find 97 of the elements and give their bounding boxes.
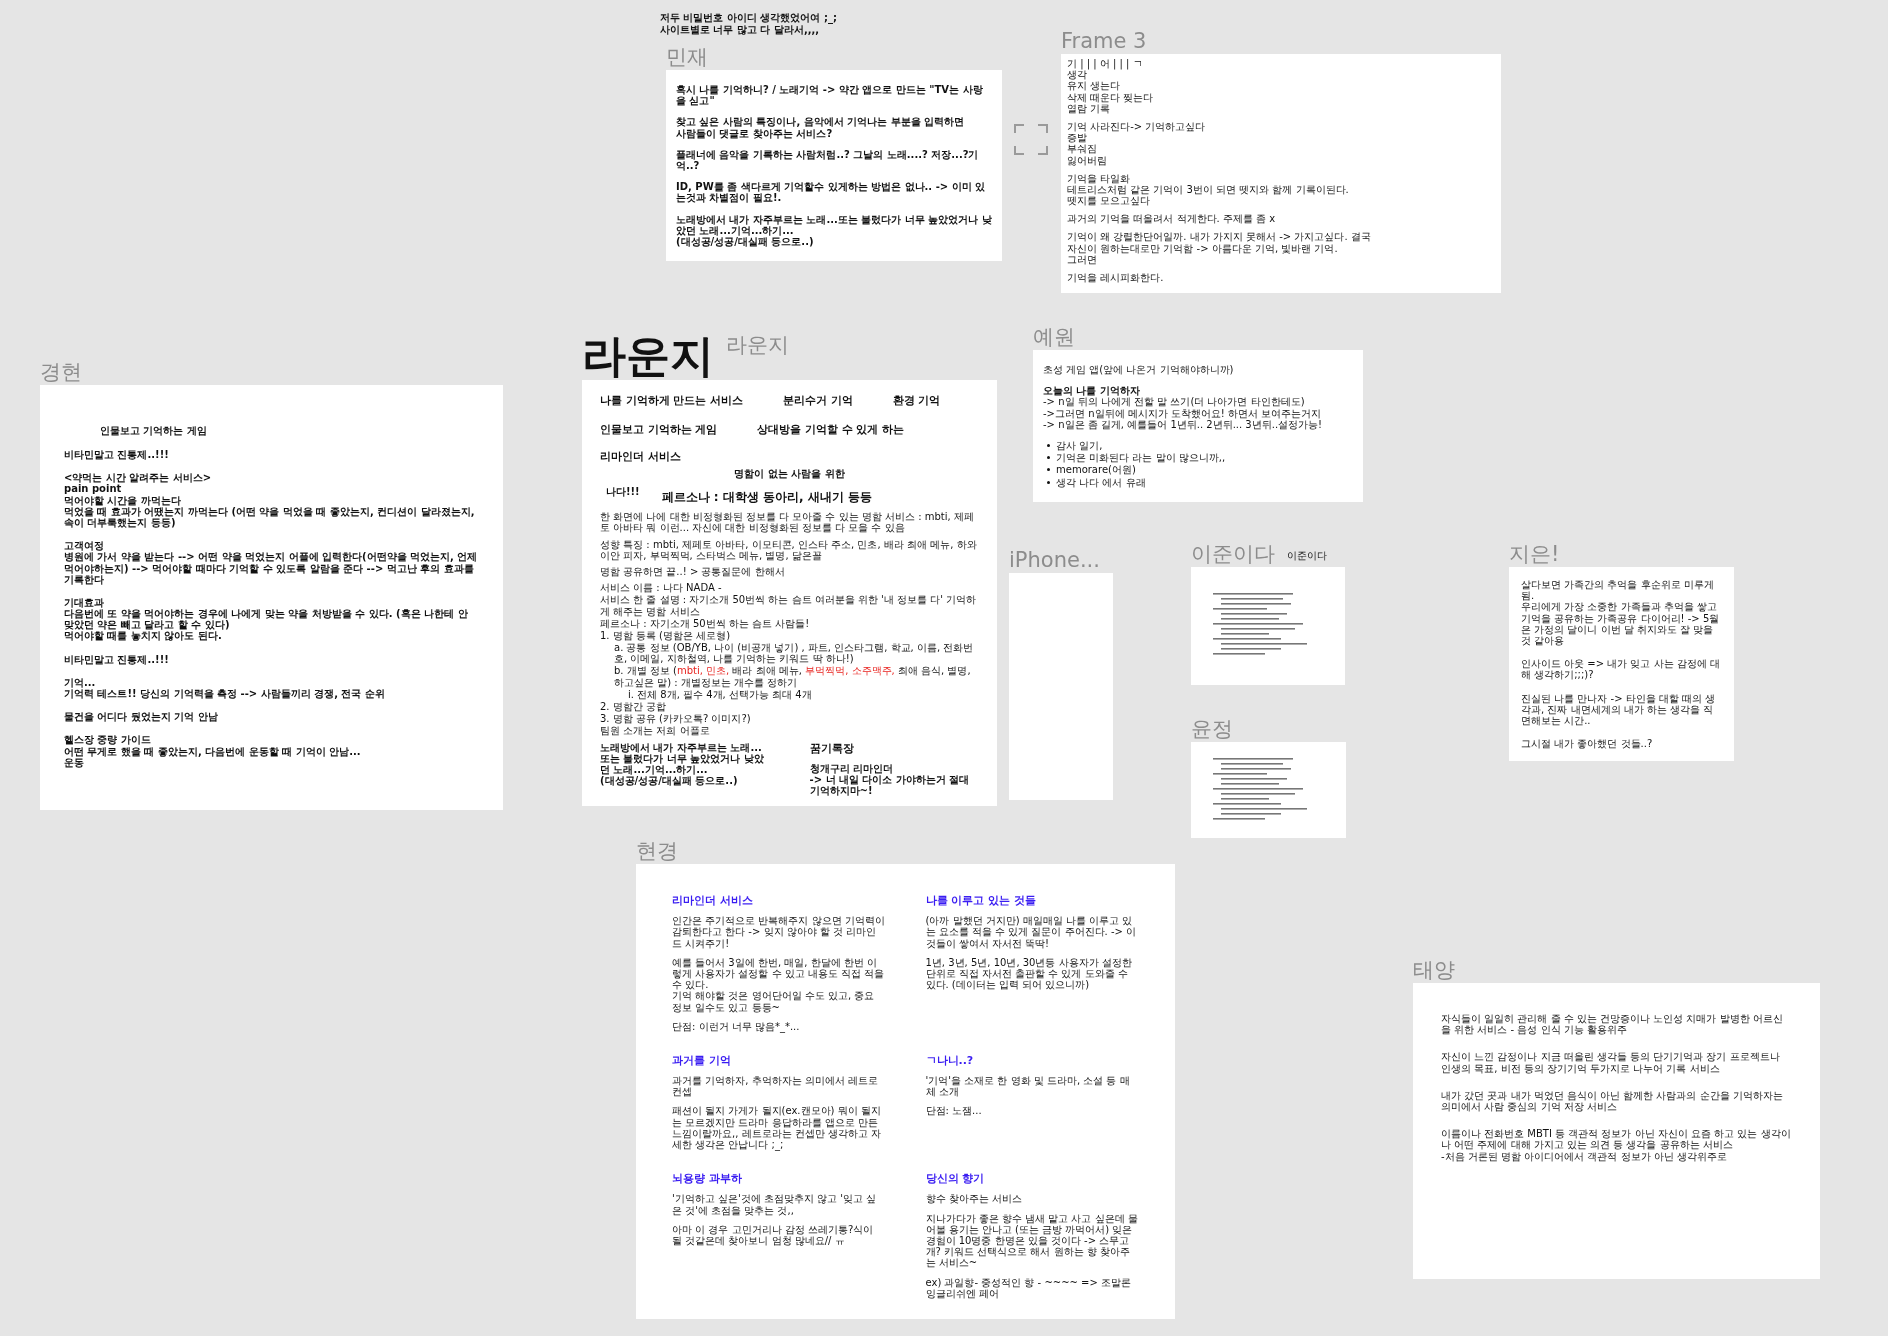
persona-title: 페르소나 : 대학생 동아리, 새내기 등등 [661,489,872,507]
frame-title: 이준이다 [1287,551,1327,563]
note-text: 명함 공유하면 끝..! > 공통질문에 한해서 [600,565,786,578]
topic-label: 인물보고 기억하는 게임 [600,423,718,437]
list-item: a. 공통 정보 (OB/YB, 나이 (비공개 넣기) , 파트, 인스타그램, 학교, 이름, 전화번호, 이메일, 지하철역, 나를 기억하는 키워드 딱 하나!) [614,642,975,665]
list-item: i. 전체 8개, 필수 4개, 선택가능 최대 4개 [628,688,813,700]
frame-label[interactable]: 현경 [636,838,678,864]
board-title: 라운지 [582,332,714,380]
note-text: 과거의 기억을 떠올려서 적게한다. 주제를 좀 x [1067,213,1277,225]
bullet-icon [1047,444,1050,448]
note-text: 예를 들어서 3일에 한번, 매일, 한달에 한번 이렇게 사용자가 설정할 수 있고 내용도 직접 적을 수 있다. 기억 해야할 것은 영어단어일 수도 있고, 중요 정보 일수도 있고 등등~ [672,956,886,1013]
note-text: 비타민말고 진통제..!!! [64,449,170,461]
note-text: 기억을 레시피화한다. [1067,272,1165,284]
note-text: 기 | | | 어 | | | ㄱ 생각 유지 생는다 삭제 때운다 찢는다 열람 기록 [1067,58,1155,114]
note-text: 자신이 느낀 감정이나 지금 떠올린 생각들 등의 단기기억과 장기 프로젝트나 인생의 목표, 비전 등의 장기기억 두가지로 나누어 기록 서비스 [1441,1051,1781,1074]
note-text: 인사이드 아웃 => 내가 잊고 사는 감정에 대해 생각하기;;;)? [1521,658,1721,681]
note-text: 자식들이 일일히 관리해 줄 수 있는 건망증이나 노인성 치매가 발병한 어르신을 위한 서비스 - 음성 인식 기능 활용위주 [1441,1013,1784,1036]
note-text: ID, PW를 좀 색다르게 기억할수 있게하는 방법은 없나.. -> 이미 있는것과 차별점이 필요!. [676,181,987,204]
topic-label: 환경 기억 [892,394,941,408]
section-title: 나를 이루고 있는 것들 [925,894,1037,908]
note-text: '기억하고 싶은'것에 초점맞추지 않고 '잊고 싶은 것'에 초점을 맞추는 것,, [672,1193,878,1216]
list-item: 서비스 이름 : 나다 NADA - [600,582,723,594]
note-heading: 꿈기록장 [809,741,855,755]
note-text: 1년, 3년, 5년, 10년, 30년등 사용자가 설정한 단위로 직접 자서전 출판할 수 있게 도와줄 수 있다. (데이터는 입력 되어 있으니까) [925,956,1133,991]
note-heading: 리마인더 서비스 [600,450,682,464]
note-text: 청개구리 리마인더 -> 너 내일 다이소 가야하는거 절대 기억하지마~! [809,762,971,797]
note-text: 성향 특징 : mbti, 제페토 아바타, 이모티콘, 인스타 주소, 민초, 배라 최애 메뉴, 하와이안 피자, 부먹찍먹, 스타벅스 메뉴, 별명, 닮은꼴 [600,538,978,561]
bullet-icon [1047,468,1050,472]
list-item: 3. 명함 공유 (카카오톡? 이미지?) [600,713,752,725]
note-text: <약먹는 시간 알려주는 서비스> pain point 먹어야할 시간을 까먹는다 먹었을 때 효과가 어땠는지 까먹는다 (어떤 약을 먹었을 때 좋았는지, 컨디션이 달라졌는지, 속이 더부룩했는지 등등) [64,472,476,529]
note-text: 기대효과 다음번에 또 약을 먹어야하는 경우에 나에게 맞는 약을 처방받을 수 있다. (혹은 나한테 안 맞았던 약은 빼고 달라고 할 수 있다) 먹어야할 때를 놓치지 않아도 된다. [64,596,469,642]
note-text: '기억'을 소재로 한 영화 및 드라마, 소설 등 매체 소개 [925,1075,1131,1098]
note-text: 진실된 나를 만나자 -> 타인을 대할 때의 생각과, 진짜 내면세계의 내가 하는 생각을 직면해보는 시간.. [1521,692,1717,727]
note-text: 살다보면 가족간의 추억을 후순위로 미루게 됨. 우리에게 가장 소중한 가족들과 추억을 쌓고 기억을 공유하는 가족공유 다이어리! -> 5월은 가정의 달이니 이번 달 취지와도 잘 맞을 것 같아용 [1521,579,1721,647]
topic-label: 분리수거 기억 [782,394,853,408]
note-text: 비타민말고 진통제..!!! [64,653,170,665]
frame-label[interactable]: iPhone... [1009,547,1100,573]
bullet-text: 기억은 미화된다 라는 말이 많으니까,, [1056,452,1226,464]
frame-label[interactable]: 윤정 [1191,716,1233,742]
note-caption: 명함이 없는 사람을 위한 [734,468,845,481]
section-title: 과거를 기억 [672,1053,732,1068]
note-text: 노래방에서 내가 자주부르는 노래...또는 불렀다가 너무 높았었거나 낮았던 노래...기억...하기... (대성공/성공/대실패 등으로..) [676,213,992,248]
topic-label: 나를 기억하게 만드는 서비스 [600,394,743,408]
note-text: 단점: 이런거 너무 많음*_*... [672,1020,801,1032]
note-text: 노래방에서 내가 자주부르는 노래...또는 불렀다가 너무 높았었거나 낮았던 노래...기억...하기... (대성공/성공/대실패 등으로..) [600,741,765,787]
note-text: 플래너에 음악을 기록하는 사람처럼..? 그날의 노래....? 저장...?기억..? [676,148,980,172]
list-item: 1. 명함 등록 (명함은 세로형) [600,629,732,642]
note-text: ex) 과일향- 중성적인 향 - ~~~~ => 조말론 잉글리쉬엔 페어 [925,1276,1133,1299]
note-text: 내가 갔던 곳과 내가 먹었던 음식이 아닌 함께한 사람과의 순간을 기억하자는 의미에서 사람 중심의 기억 저장 서비스 [1441,1089,1784,1113]
note-text: 한 화면에 나에 대한 비정형화된 정보를 다 모아줄 수 있는 명함 서비스 : mbti, 제페토 아바타 뭐 이런... 자신에 대한 비정형화된 정보를 다 모을 수 있음 [600,511,975,534]
note-text: 향수 찾아주는 서비스 [925,1193,1023,1205]
note-text: 이름이나 전화번호 MBTI 등 객관적 정보가 아닌 자신이 요즘 하고 있는 생각이나 어떤 주제에 대해 가지고 있는 의견 등 생각을 공유하는 서비스 -처음 거론된 명함 아이디어에서 객관적 정보가 아닌 생각위주로 [1441,1128,1792,1162]
list-item: 서비스 한 줄 설명 : 자기소개 50번씩 하는 슴트 여러분을 위한 '내 정보를 다' 기억하게 해주는 명함 서비스 [600,594,978,617]
frame-label[interactable]: 태양 [1413,957,1455,983]
frame-label[interactable]: 경현 [40,359,82,385]
frame-label[interactable]: 민재 [666,44,708,70]
section-title: 당신의 향기 [925,1172,986,1186]
note-text: 찾고 싶은 사람의 특징이나, 음악에서 기억나는 부분을 입력하면 사람들이 댓글로 찾아주는 서비스? [676,116,966,139]
section-title: 뇌용량 과부하 [672,1172,743,1186]
note-text: 물건을 어디다 뒀었는지 기억 안남 [64,711,219,723]
comment-text: 저두 비밀번호 아이디 생각했었어여 ;_; 사이트별로 너무 많고 다 달라서,,,, [660,12,837,36]
bullet-text: 감사 일기, [1056,439,1103,452]
note-text: (아까 말했던 거지만) 매일매일 나를 이루고 있는 요소를 적을 수 있게 질문이 주어진다. -> 이것들이 쌓여서 자서전 뚝딱! [925,915,1138,949]
note-text: 패션이 될지 가게가 될지(ex.캔모아) 뭐이 될지는 모르겠지만 드라마 응답하라를 앱으로 만든 느낌이랄까요,, 레트로라는 컨셉만 생각하고 자세한 생각은 안납니다 ;_; [672,1105,883,1151]
bullet-text: 생각 나다 에서 유래 [1056,476,1146,488]
note-text: 고객여정 병원에 가서 약을 받는다 --> 어떤 약을 먹었는지 어플에 입력한다(어떤약을 먹었는지, 언제 먹어야하는지) --> 먹어야할 때마다 기억할 수 있도록 알람을 준다 --> 먹고난 후의 효과를 기록한다 [64,540,479,585]
frame-label[interactable]: 라운지 [726,332,789,358]
list-item: 팀원 소개는 저희 어플로 [600,725,711,737]
note-title: 인물보고 기억하는 게임 [100,425,208,437]
focus-brackets-icon [1014,124,1048,155]
note-text: 기억이 왜 강렬한단어일까. 내가 가지지 못해서 -> 가지고싶다. 결국 자신이 원하는대로만 기억함 -> 아름다운 기억, 빛바랜 기억. 그러면 [1067,231,1372,265]
note-text: 지나가다가 좋은 향수 냄새 맡고 사고 싶은데 물어볼 용기는 안나고 (또는 금방 까먹어서) 잊은 경험이 10명중 한명은 있을 것이다 -> 스무고개? 키워드 선택식으로 해서 원하는 향 찾아주는 서비스~ [925,1212,1139,1269]
note-text: 기억 사라진다-> 기억하고싶다 증발 부숴짐 잃어버림 [1067,120,1207,166]
list-item: 2. 명함간 궁합 [600,701,667,713]
note-text: 그시절 내가 좋아했던 것들..? [1521,738,1654,750]
note-text: 혹시 나를 기억하니? / 노래기억 -> 약간 앱으로 만드는 "TV는 사랑을 싣고" [676,84,984,107]
bullet-icon [1047,480,1050,484]
note-text: 헬스장 중량 가이드 어떤 무게로 했을 때 좋았는지, 다음번에 운동할 때 기억이 안남... 운동 [64,734,362,768]
frame-label[interactable]: Frame 3 [1061,28,1147,54]
note-text: 초성 게임 앱(앞에 나온거 기억해야하니까) [1043,364,1235,376]
note-text: 인간은 주기적으로 반복해주지 않으면 기억력이 감퇴한다고 한다 -> 잊지 않아야 할 것 리마인드 시켜주기! [672,915,886,949]
persona-tag: 나다!!! [606,485,640,500]
note-text: 아마 이 경우 고민거리나 감정 쓰레기통?식이 될 것같은데 찾아보니 엄청 많네요// ㅠ [672,1223,875,1247]
note-text: 기억... 기억력 테스트!! 당신의 기억력을 측정 --> 사람들끼리 경쟁, 전국 순위 [64,676,386,700]
note-text: 과거를 기억하자, 추억하자는 의미에서 레트로 컨셉 [672,1075,879,1098]
list-item: 페르소나 : 자기소개 50번씩 하는 슴트 사람들! [600,617,811,629]
bullet-icon [1047,456,1050,460]
frame-label[interactable]: 지은! [1509,541,1560,567]
topic-label: 상대방을 기억할 수 있게 하는 [757,423,904,437]
section-title: ㄱ나니..? [925,1053,975,1068]
note-text: 기억을 타일화 테트리스처럼 같은 기억이 3번이 되면 뗏지와 함께 기록이된다. 뗏지를 모으고싶다 [1067,172,1350,207]
bullet-text: memorare(어원) [1056,464,1136,476]
section-title: 리마인더 서비스 [672,894,754,908]
note-text: 오늘의 나를 기억하자 -> n일 뒤의 나에게 전할 말 쓰기(더 나아가면 타인한테도) ->그러면 n일뒤에 메시지가 도착했어요! 하면서 보여주는거지 -> n일은 좀 길게, 예를들어 1년뒤.. 2년뒤... 3년뒤..설정가능! [1043,385,1324,430]
note-text: 단점: 노잼... [925,1105,983,1117]
frame-label[interactable]: 예원 [1033,324,1075,350]
frame-label[interactable]: 이준이다 [1191,541,1275,567]
